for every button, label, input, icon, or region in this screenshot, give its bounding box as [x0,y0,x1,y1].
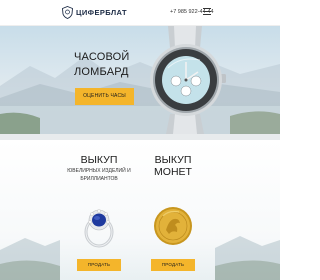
card-title: ВЫКУП [80,154,118,166]
coin-buyback-card: ВЫКУП МОНЕТ ПРОДАТЬ [141,154,205,280]
hamburger-menu-icon[interactable] [203,8,211,16]
landscape-background [0,236,280,280]
appraise-watch-button[interactable]: ОЦЕНИТЬ ЧАСЫ [75,88,134,105]
brand-logo[interactable]: ЦИФЕРБЛАТ [62,6,127,19]
hero-title-line: ЧАСОВОЙ [74,51,130,63]
card-title: ВЫКУП МОНЕТ [154,154,192,178]
hero-title-line: ЛОМБАРД [74,66,129,78]
jewelry-buyback-card: ВЫКУП ЮВЕЛИРНЫХ ИЗДЕЛИЙ И БРИЛЛИАНТОВ ПР… [67,154,131,280]
site-header: ЦИФЕРБЛАТ +7 985 922-44-44 [0,0,280,26]
hero-banner: ЧАСОВОЙ ЛОМБАРД ОЦЕНИТЬ ЧАСЫ [0,26,280,134]
sell-jewelry-button[interactable]: ПРОДАТЬ [77,259,121,271]
services-section: ВЫКУП ЮВЕЛИРНЫХ ИЗДЕЛИЙ И БРИЛЛИАНТОВ ПР… [0,140,280,280]
sapphire-ring-image [84,209,114,248]
wristwatch-image [150,26,226,134]
card-subtitle: ЮВЕЛИРНЫХ ИЗДЕЛИЙ И [67,168,131,174]
shield-logo-icon [62,6,73,19]
sell-coins-button[interactable]: ПРОДАТЬ [151,259,195,271]
gold-coin-image [154,207,192,245]
hero-title: ЧАСОВОЙ ЛОМБАРД [74,50,130,80]
card-subtitle: БРИЛЛИАНТОВ [80,176,118,182]
brand-name: ЦИФЕРБЛАТ [76,8,127,17]
